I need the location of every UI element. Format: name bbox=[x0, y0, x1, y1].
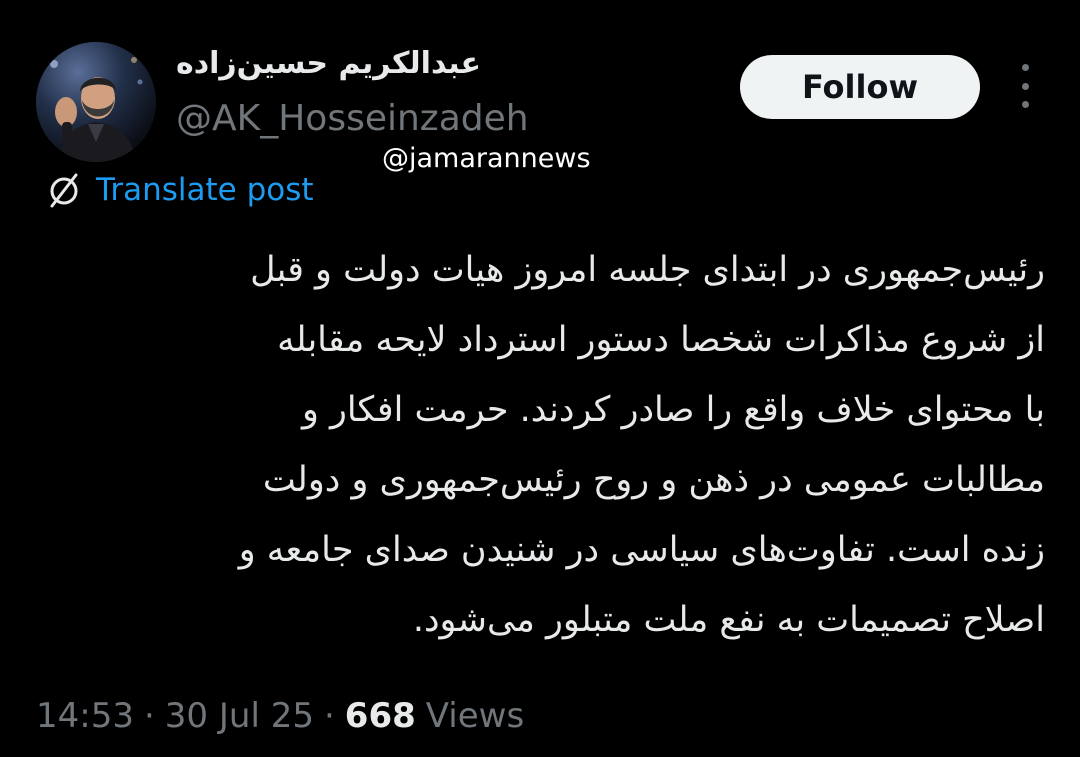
author-handle[interactable]: @AK_Hosseinzadeh bbox=[176, 98, 529, 139]
tweet-line: با محتوای خلاف واقع را صادر کردند. حرمت … bbox=[301, 390, 1045, 430]
tweet-line: مطالبات عمومی در ذهن و روح رئیس‌جمهوری و… bbox=[262, 460, 1045, 500]
follow-button[interactable]: Follow bbox=[740, 55, 980, 119]
tweet-line: زنده است. تفاوت‌های سیاسی در شنیدن صدای … bbox=[238, 530, 1045, 570]
more-options-button[interactable] bbox=[1010, 64, 1040, 108]
tweet-date[interactable]: 30 Jul 25 bbox=[165, 696, 314, 736]
tweet-line: اصلاح تصمیمات به نفع ملت متبلور می‌شود. bbox=[412, 600, 1045, 640]
tweet-time[interactable]: 14:53 bbox=[36, 696, 134, 736]
globe-slash-icon bbox=[50, 173, 78, 208]
meta-separator: · bbox=[323, 696, 335, 736]
watermark: @jamarannews bbox=[382, 143, 591, 174]
profile-photo bbox=[36, 42, 156, 162]
author-avatar[interactable] bbox=[36, 42, 156, 162]
views-count[interactable]: 668 bbox=[345, 696, 426, 736]
tweet-line: رئیس‌جمهوری در ابتدای جلسه امروز هیات دو… bbox=[250, 250, 1045, 290]
views-label[interactable]: Views bbox=[426, 696, 524, 736]
tweet-meta: 14:53 · 30 Jul 25 · 668 Views bbox=[36, 693, 524, 739]
more-dot bbox=[1021, 82, 1029, 90]
tweet-text: رئیس‌جمهوری در ابتدای جلسه امروز هیات دو… bbox=[40, 235, 1045, 655]
more-dot bbox=[1021, 101, 1029, 108]
meta-separator: · bbox=[143, 696, 155, 736]
more-vertical-icon bbox=[1021, 64, 1029, 71]
translate-post-link[interactable]: Translate post bbox=[44, 168, 314, 212]
author-display-name[interactable]: عبدالکریم حسین‌زاده bbox=[176, 46, 496, 81]
tweet-line: از شروع مذاکرات شخصا دستور استرداد لایحه… bbox=[277, 320, 1045, 360]
translate-post-label: Translate post bbox=[96, 172, 314, 208]
